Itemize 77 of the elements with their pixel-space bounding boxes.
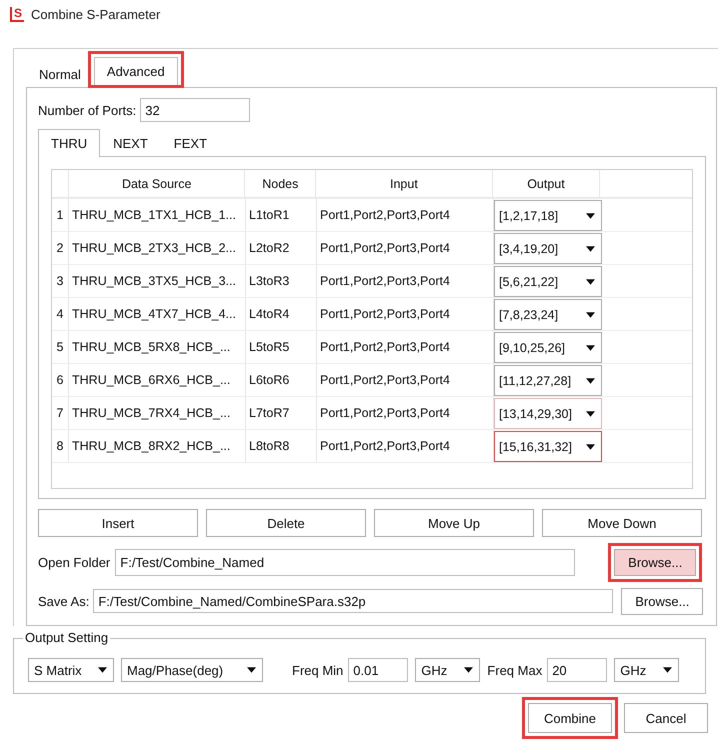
caret-icon [663,667,672,673]
row-number: 5 [52,331,69,363]
browse-button[interactable]: Browse... [614,548,696,576]
column-header: Data Source [68,170,246,198]
field-label: Open Folder [38,554,110,570]
table-cell: THRU_MCB_5RX8_HCB_... [69,331,246,363]
table-cell: L4toR4 [246,298,317,330]
tab[interactable]: THRU [38,129,100,157]
caret-icon [586,378,595,384]
row-number: 4 [52,298,69,330]
table-cell: L2toR2 [246,232,317,264]
column-header: Nodes [245,170,316,198]
window-title: Combine S-Parameter [31,6,160,22]
button[interactable]: Cancel [624,703,708,733]
table-cell: THRU_MCB_4TX7_HCB_4... [69,298,246,330]
column-header: Input [316,170,493,198]
table-cell: L3toR3 [246,265,317,297]
caret-icon [464,667,474,673]
field-label: Freq Max [487,662,542,678]
table-cell: THRU_MCB_1TX1_HCB_1... [69,199,246,231]
row-number: 8 [52,430,69,462]
path-field[interactable]: F:/Test/Combine_Named [115,548,576,576]
group-title: Output Setting [23,630,110,645]
caret-icon [586,444,595,450]
output-dropdown[interactable]: [5,6,21,22] [494,266,602,297]
format-dropdown[interactable]: Mag/Phase(deg) [121,658,263,682]
table-cell: L6toR6 [246,364,317,396]
unit-dropdown[interactable]: GHz [415,658,480,682]
table-cell: THRU_MCB_6RX6_HCB_... [69,364,246,396]
row-number: 2 [52,232,69,264]
table-cell: THRU_MCB_2TX3_HCB_2... [69,232,246,264]
output-dropdown[interactable]: [15,16,31,32] [494,431,602,462]
button[interactable]: Move Up [374,509,534,537]
unit-dropdown[interactable]: GHz [614,658,680,682]
table-cell: THRU_MCB_7RX4_HCB_... [69,397,246,429]
path-field[interactable]: F:/Test/Combine_Named/CombineSPara.s32p [93,589,614,613]
field-label: Freq Min [292,662,344,678]
output-dropdown[interactable]: [3,4,19,20] [494,233,602,264]
output-dropdown[interactable]: [1,2,17,18] [494,200,602,231]
table-cell: THRU_MCB_3TX5_HCB_3... [69,265,246,297]
table-cell: L7toR7 [246,397,317,429]
caret-icon [586,312,595,318]
field-label: Save As: [38,594,90,608]
row-number: 1 [52,199,69,231]
ports-field[interactable]: 32 [140,98,250,122]
ports-label: Number of Ports: [38,102,136,118]
caret-icon [586,344,595,350]
row-number: 3 [52,265,69,297]
output-dropdown[interactable]: [7,8,23,24] [494,299,602,330]
output-dropdown[interactable]: [9,10,25,26] [494,332,602,363]
output-dropdown[interactable]: [11,12,27,28] [494,365,602,396]
table-cell: L8toR8 [246,430,317,462]
freq-min-field[interactable]: 0.01 [348,658,408,682]
browse-button[interactable]: Browse... [621,588,704,614]
table-cell: THRU_MCB_8RX2_HCB_... [69,430,246,462]
table-cell: L5toR5 [246,331,317,363]
caret-icon [586,410,595,416]
row-number: 7 [52,397,69,429]
caret-icon [247,667,256,673]
tab[interactable]: FEXT [160,131,220,156]
tab[interactable]: Normal [26,62,94,87]
tab[interactable]: Advanced [94,57,178,85]
caret-icon [98,667,107,673]
button[interactable]: Move Down [542,509,702,537]
caret-icon [586,212,595,218]
caret-icon [586,278,595,284]
tab[interactable]: NEXT [100,131,161,156]
caret-icon [586,246,595,252]
button[interactable]: Delete [206,509,366,537]
freq-max-field[interactable]: 20 [547,658,608,682]
matrix-dropdown[interactable]: S Matrix [28,658,114,682]
row-number: 6 [52,364,69,396]
button[interactable]: Insert [38,509,198,537]
column-header: Output [492,170,600,198]
button[interactable]: Combine [528,703,612,733]
table-cell: L1toR1 [246,199,317,231]
output-dropdown[interactable]: [13,14,29,30] [494,398,602,429]
